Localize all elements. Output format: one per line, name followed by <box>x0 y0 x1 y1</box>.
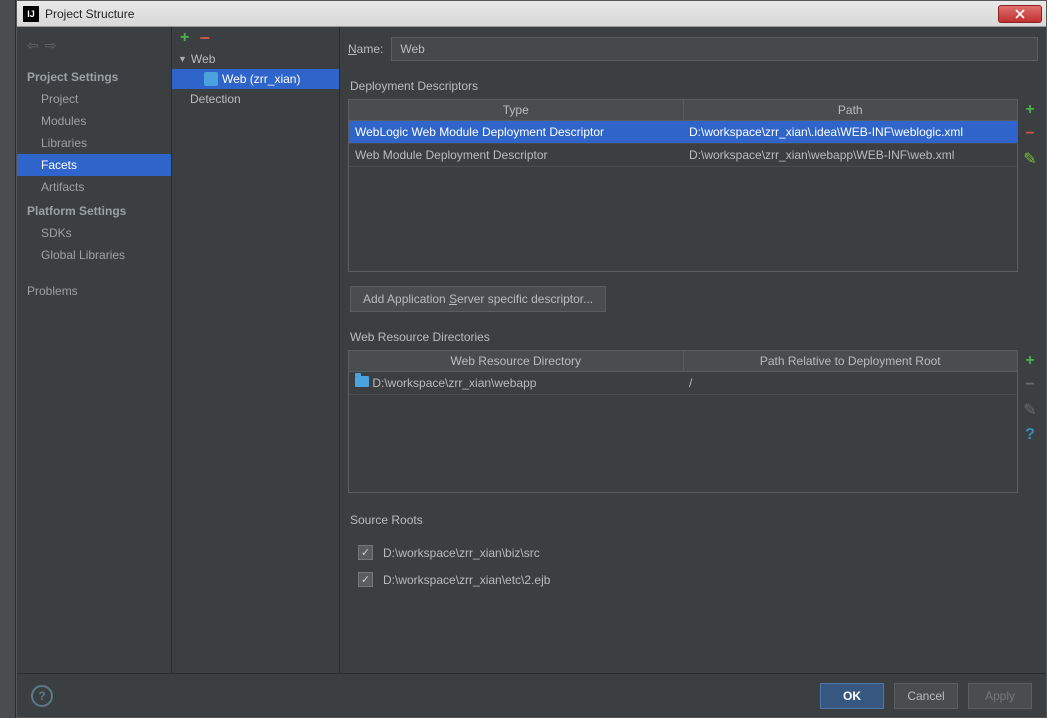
nav-global-libraries[interactable]: Global Libraries <box>17 244 171 266</box>
col-rel[interactable]: Path Relative to Deployment Root <box>684 351 1018 371</box>
tree-node-web-module[interactable]: Web (zrr_xian) <box>172 69 339 89</box>
ok-button[interactable]: OK <box>820 683 884 709</box>
wrd-side-buttons: + − ✎ ? <box>1018 350 1042 493</box>
table-row[interactable]: Web Module Deployment Descriptor D:\work… <box>349 144 1017 167</box>
descriptor-side-buttons: + − ✎ <box>1018 99 1042 272</box>
tree-node-detection[interactable]: Detection <box>172 89 339 109</box>
nav-sdks[interactable]: SDKs <box>17 222 171 244</box>
col-type[interactable]: Type <box>349 100 684 120</box>
nav-project[interactable]: Project <box>17 88 171 110</box>
add-descriptor-icon[interactable]: + <box>1025 101 1034 119</box>
app-icon: IJ <box>23 6 39 22</box>
source-root-row[interactable]: ✓ D:\workspace\zrr_xian\biz\src <box>348 539 1046 566</box>
table-row[interactable]: D:\workspace\zrr_xian\webapp / <box>349 372 1017 395</box>
help-wrd-icon[interactable]: ? <box>1025 426 1035 444</box>
nav-problems[interactable]: Problems <box>17 280 171 302</box>
tree-node-web[interactable]: ▼ Web <box>172 49 339 69</box>
left-nav: ⇦ ⇨ Project Settings Project Modules Lib… <box>17 27 172 673</box>
tree-node-label: Web <box>191 52 215 66</box>
checkbox-icon[interactable]: ✓ <box>358 572 373 587</box>
table-row[interactable]: WebLogic Web Module Deployment Descripto… <box>349 121 1017 144</box>
nav-libraries[interactable]: Libraries <box>17 132 171 154</box>
titlebar[interactable]: IJ Project Structure <box>17 1 1046 27</box>
tree-node-label: Detection <box>190 92 241 106</box>
add-server-descriptor-button[interactable]: Add Application Server specific descript… <box>350 286 606 312</box>
nav-forward-icon[interactable]: ⇨ <box>45 37 57 54</box>
edit-wrd-icon[interactable]: ✎ <box>1023 400 1036 420</box>
folder-icon <box>355 376 369 387</box>
expand-arrow-icon[interactable]: ▼ <box>178 54 187 64</box>
apply-button[interactable]: Apply <box>968 683 1032 709</box>
editor-gutter <box>0 0 16 718</box>
name-label: Name: <box>348 42 383 56</box>
deployment-descriptors-label: Deployment Descriptors <box>348 75 1046 99</box>
source-root-path: D:\workspace\zrr_xian\biz\src <box>383 546 540 560</box>
add-facet-icon[interactable]: + <box>180 29 189 47</box>
detail-panel: Name: Deployment Descriptors Type Path W… <box>340 27 1046 673</box>
nav-facets[interactable]: Facets <box>17 154 171 176</box>
bottom-bar: ? OK Cancel Apply <box>17 673 1046 717</box>
cancel-button[interactable]: Cancel <box>894 683 958 709</box>
web-resource-directories-table: Web Resource Directory Path Relative to … <box>348 350 1018 493</box>
add-wrd-icon[interactable]: + <box>1025 352 1034 370</box>
remove-facet-icon[interactable]: − <box>199 28 210 49</box>
source-roots-list: ✓ D:\workspace\zrr_xian\biz\src ✓ D:\wor… <box>348 533 1046 599</box>
dialog-content: ⇦ ⇨ Project Settings Project Modules Lib… <box>17 27 1046 673</box>
nav-artifacts[interactable]: Artifacts <box>17 176 171 198</box>
window-title: Project Structure <box>45 7 998 21</box>
deployment-descriptors-table: Type Path WebLogic Web Module Deployment… <box>348 99 1018 272</box>
help-icon[interactable]: ? <box>31 685 53 707</box>
facet-tree-panel: + − ▼ Web Web (zrr_xian) Detection <box>172 27 340 673</box>
tree-node-label: Web (zrr_xian) <box>222 72 300 86</box>
edit-descriptor-icon[interactable]: ✎ <box>1023 149 1036 169</box>
cell-rel: / <box>683 372 1017 394</box>
col-path[interactable]: Path <box>684 100 1018 120</box>
remove-wrd-icon[interactable]: − <box>1025 376 1034 394</box>
close-button[interactable] <box>998 5 1042 23</box>
project-structure-dialog: IJ Project Structure ⇦ ⇨ Project Setting… <box>16 0 1047 718</box>
source-root-row[interactable]: ✓ D:\workspace\zrr_xian\etc\2.ejb <box>348 566 1046 593</box>
remove-descriptor-icon[interactable]: − <box>1025 125 1034 143</box>
cell-dir: D:\workspace\zrr_xian\webapp <box>349 372 683 394</box>
cell-path: D:\workspace\zrr_xian\.idea\WEB-INF\webl… <box>683 121 1017 143</box>
section-platform-settings: Platform Settings <box>17 198 171 222</box>
nav-back-icon[interactable]: ⇦ <box>27 37 39 54</box>
cell-path: D:\workspace\zrr_xian\webapp\WEB-INF\web… <box>683 144 1017 166</box>
source-roots-label: Source Roots <box>348 509 1046 533</box>
facet-name-input[interactable] <box>391 37 1038 61</box>
checkbox-icon[interactable]: ✓ <box>358 545 373 560</box>
web-facet-icon <box>204 72 218 86</box>
web-resource-directories-label: Web Resource Directories <box>348 326 1046 350</box>
nav-modules[interactable]: Modules <box>17 110 171 132</box>
source-root-path: D:\workspace\zrr_xian\etc\2.ejb <box>383 573 550 587</box>
cell-dir-text: D:\workspace\zrr_xian\webapp <box>372 376 536 390</box>
cell-type: Web Module Deployment Descriptor <box>349 144 683 166</box>
col-wrd[interactable]: Web Resource Directory <box>349 351 684 371</box>
cell-type: WebLogic Web Module Deployment Descripto… <box>349 121 683 143</box>
section-project-settings: Project Settings <box>17 64 171 88</box>
